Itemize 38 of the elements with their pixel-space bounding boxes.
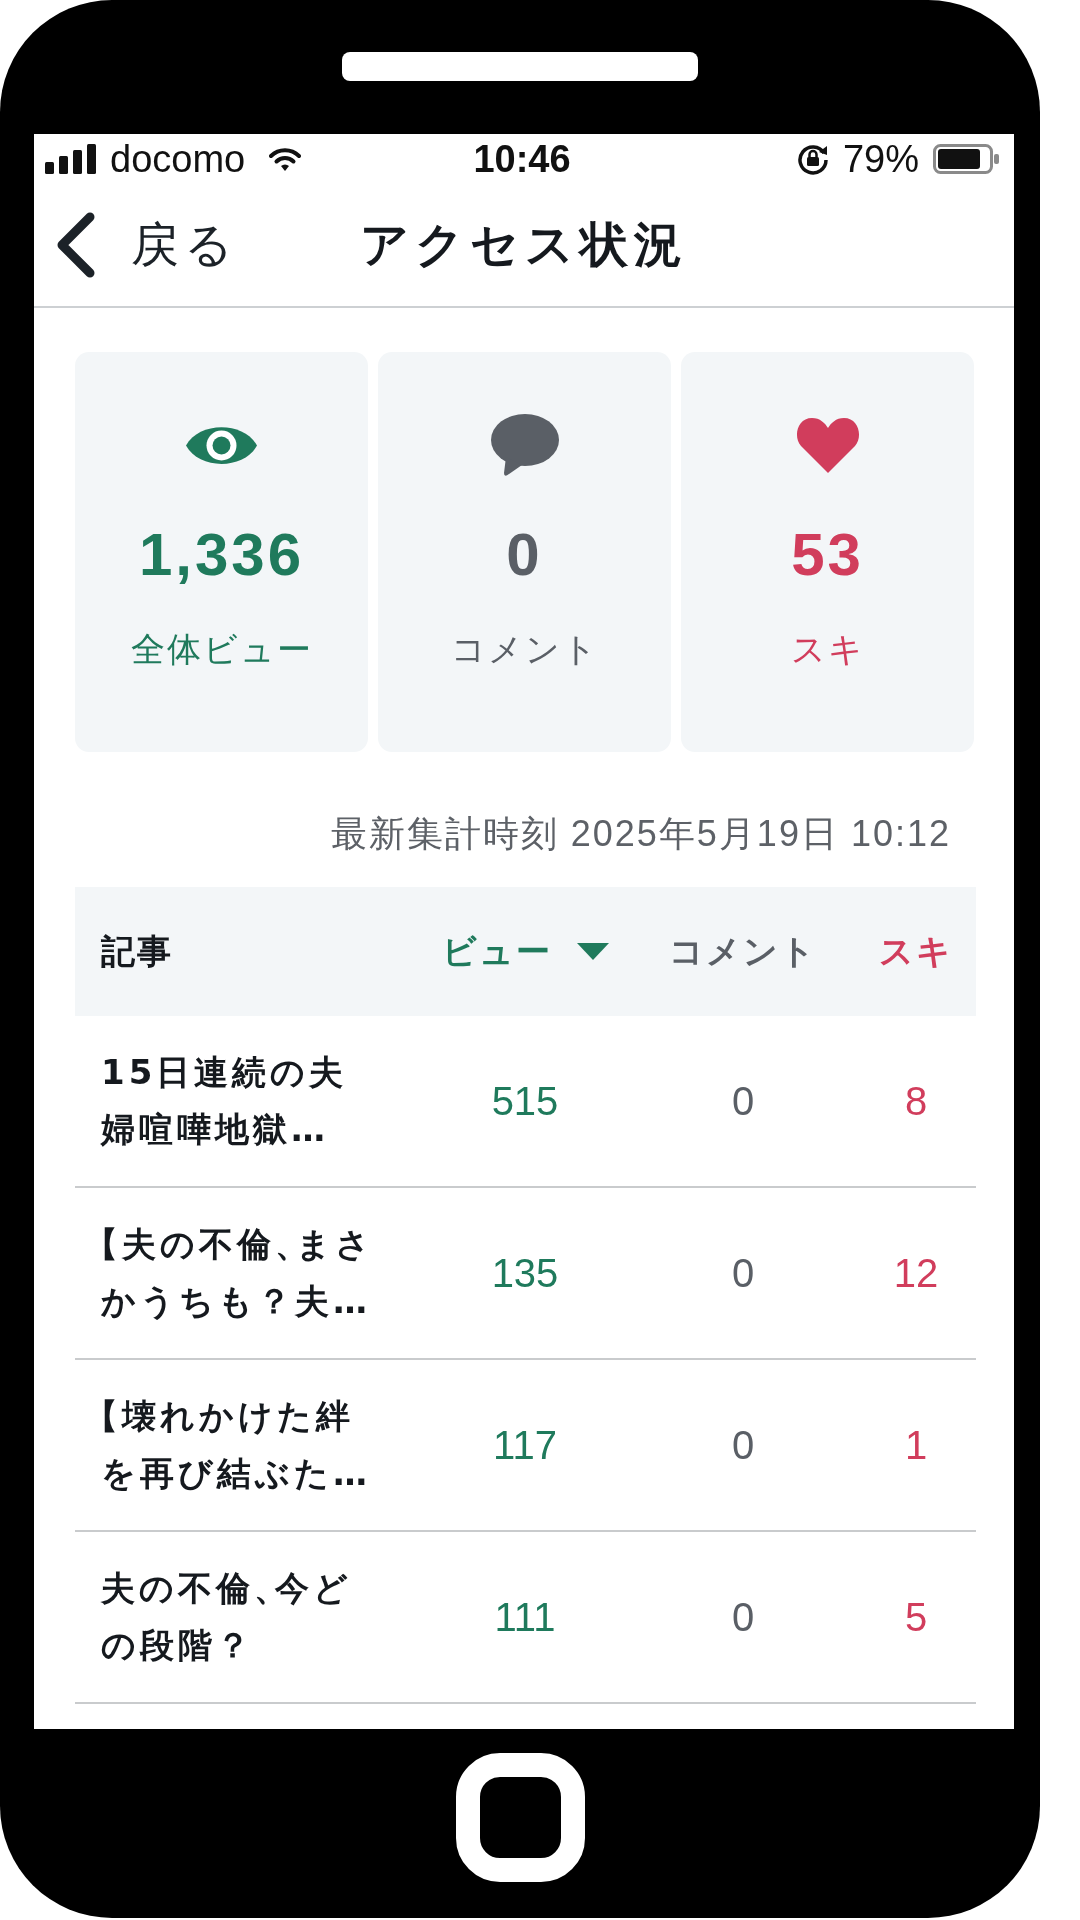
back-button[interactable]: 戻る	[54, 212, 238, 278]
article-title: 【夫の不倫、まさかうちも？夫…	[101, 1223, 375, 1323]
view-count: 135	[491, 1250, 559, 1297]
stat-label: スキ	[790, 629, 865, 670]
column-header[interactable]: 記事	[101, 928, 173, 975]
article-title: 15日連続の夫婦喧嘩地獄…	[101, 1051, 349, 1151]
comment-count: 0	[731, 1594, 755, 1641]
stat-label: 全体ビュー	[130, 629, 313, 670]
comment-count: 0	[731, 1250, 755, 1297]
stat-value: 53	[791, 520, 864, 590]
rotation-lock-icon	[796, 143, 829, 175]
like-count: 8	[904, 1078, 928, 1125]
wifi-icon	[269, 147, 302, 171]
column-header[interactable]: スキ	[879, 928, 953, 975]
stat-value: 0	[506, 520, 543, 590]
column-header[interactable]: ビュー	[441, 928, 609, 975]
battery-percent: 79%	[842, 137, 919, 181]
battery-icon	[933, 144, 999, 174]
status-time: 10:46	[473, 137, 571, 181]
view-count: 515	[491, 1078, 559, 1125]
like-count: 12	[893, 1250, 939, 1297]
like-count: 1	[904, 1422, 928, 1469]
comment-count: 0	[731, 1078, 755, 1125]
view-count: 111	[494, 1594, 556, 1641]
signal-bars-icon	[45, 144, 96, 174]
comment-count: 0	[731, 1422, 755, 1469]
like-count: 5	[904, 1594, 928, 1641]
column-header[interactable]: コメント	[669, 928, 817, 975]
home-button[interactable]	[455, 1753, 585, 1882]
article-title: 夫の不倫、今どの段階？	[101, 1567, 353, 1667]
last-updated-text: 最新集計時刻 2025年5月19日 10:12	[330, 812, 951, 856]
page-title: アクセス状況	[360, 217, 688, 273]
stat-value: 1,336	[138, 520, 305, 590]
carrier-name: docomo	[110, 137, 246, 181]
stat-label: コメント	[450, 629, 599, 670]
article-title: 【壊れかけた絆を再び結ぶた…	[101, 1395, 372, 1495]
caret-down-icon	[576, 943, 609, 960]
view-count: 117	[493, 1422, 557, 1469]
